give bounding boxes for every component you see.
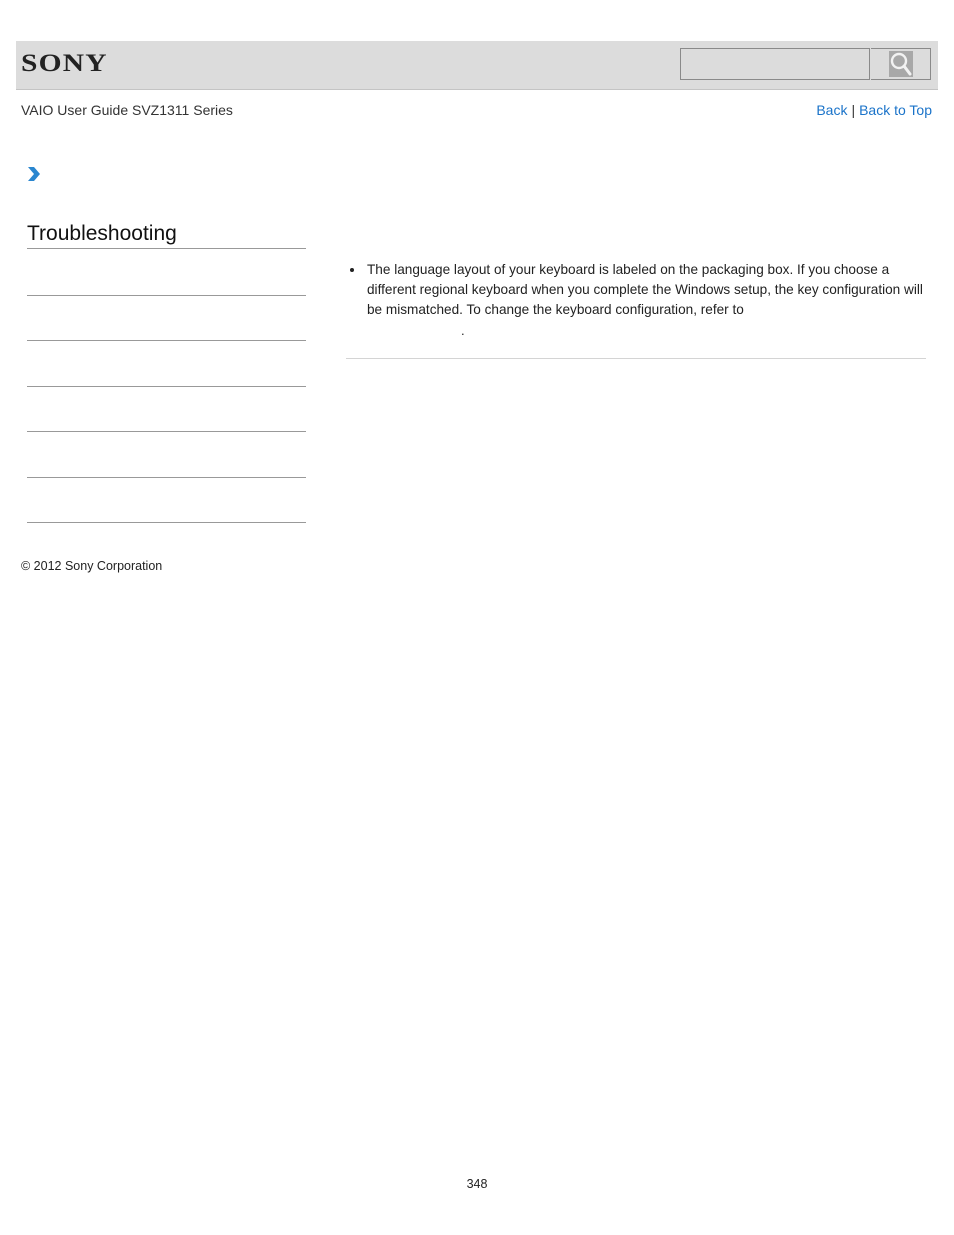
sidebar-item[interactable] [27,295,306,296]
sidebar-item[interactable] [27,431,306,432]
main-content: The language layout of your keyboard is … [346,260,926,340]
sidebar-item[interactable] [27,386,306,387]
sidebar-item[interactable] [27,522,306,523]
breadcrumb[interactable] [27,166,41,187]
sony-logo[interactable]: SONY [21,50,108,78]
sidebar-item[interactable] [27,477,306,478]
section-title[interactable]: Troubleshooting [27,222,306,249]
bullet-text: The language layout of your keyboard is … [367,262,923,317]
search-input[interactable] [680,48,870,80]
header-bar: SONY [16,41,938,90]
sidebar-item[interactable] [27,340,306,341]
copyright: © 2012 Sony Corporation [21,559,163,573]
back-link[interactable]: Back [816,102,847,118]
top-nav: Back | Back to Top [816,102,932,118]
chevron-right-icon [28,167,40,181]
content-divider [346,358,926,359]
list-item: The language layout of your keyboard is … [346,260,926,340]
bullet-icon [350,268,354,272]
back-to-top-link[interactable]: Back to Top [859,102,932,118]
search-icon [888,51,913,77]
guide-title: VAIO User Guide SVZ1311 Series [21,102,233,118]
search-button[interactable] [871,48,931,80]
bullet-trailing: . [461,323,465,338]
page-number: 348 [466,1177,488,1191]
nav-separator: | [851,102,856,118]
